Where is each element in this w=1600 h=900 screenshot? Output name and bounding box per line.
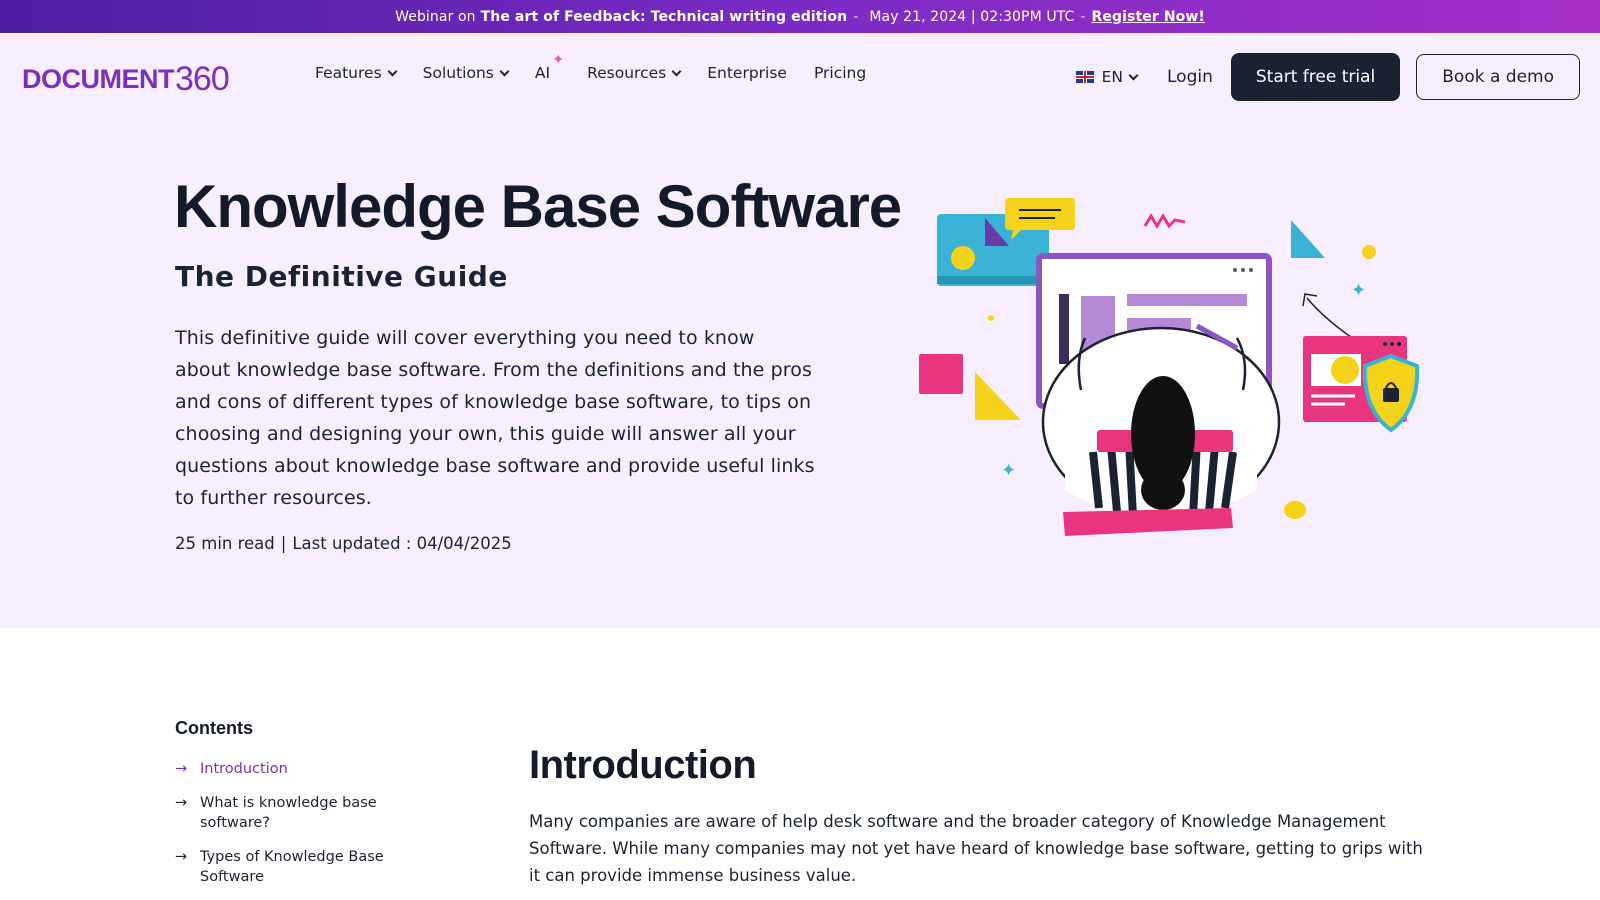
contents-title: Contents [175, 718, 253, 738]
hero-illustration: ✦ ✦ [919, 198, 1420, 536]
nav-item-label: Pricing [813, 64, 867, 82]
nav-item-label: Solutions [422, 64, 494, 82]
language-label: EN [1101, 68, 1123, 86]
dot-decoration [1284, 501, 1306, 519]
toc-item-introduction[interactable]: → Introduction [175, 759, 425, 779]
book-demo-button[interactable]: Book a demo [1416, 54, 1580, 100]
nav-item-enterprise[interactable]: Enterprise [707, 64, 787, 82]
page-subtitle: The Definitive Guide [175, 260, 508, 293]
last-updated: Last updated : 04/04/2025 [292, 534, 512, 553]
nav-item-pricing[interactable]: Pricing [814, 64, 866, 82]
login-link[interactable]: Login [1167, 67, 1213, 87]
chevron-down-icon [387, 66, 398, 76]
arrow-right-icon: → [175, 761, 188, 777]
triangle-decoration [975, 372, 1021, 420]
arrow-right-icon: → [175, 795, 188, 811]
section-title: Introduction [529, 743, 757, 787]
banner-date: May 21, 2024 | 02:30PM UTC [869, 8, 1075, 25]
sparkle-icon: ✦ [1351, 280, 1366, 301]
triangle-decoration [1291, 220, 1325, 258]
nav-item-solutions[interactable]: Solutions [422, 64, 510, 82]
logo-text: DOCUMENT [22, 63, 175, 94]
top-navigation: DOCUMENT 360 Features Solutions AI ✦ Resou… [0, 33, 1600, 119]
desk-base-decoration [1063, 508, 1233, 536]
person-illustration [1041, 323, 1281, 520]
register-now-link[interactable]: Register Now! [1092, 9, 1205, 25]
document360-logo[interactable]: DOCUMENT 360 [22, 59, 230, 98]
intro-paragraph: Many companies are aware of help desk so… [529, 812, 1423, 885]
banner-prefix: Webinar on [395, 8, 476, 25]
toc-item-label: Introduction [200, 761, 288, 777]
nav-item-label: Resources [587, 64, 667, 82]
webinar-banner: Webinar on The art of Feedback: Technica… [0, 0, 1600, 33]
chevron-down-icon [1128, 70, 1139, 80]
meta-separator: | [280, 534, 287, 553]
nav-item-resources[interactable]: Resources [587, 64, 682, 82]
read-time: 25 min read [175, 534, 275, 553]
dot-decoration [1362, 245, 1376, 259]
nav-item-features[interactable]: Features [315, 64, 398, 82]
language-selector[interactable]: EN [1075, 68, 1139, 86]
start-free-trial-button[interactable]: Start free trial [1230, 53, 1401, 101]
banner-webinar-title: The art of Feedback: Technical writing e… [480, 8, 848, 25]
toc-item-types-of-kb-software[interactable]: → Types of Knowledge Base Software [175, 847, 425, 887]
table-of-contents: Contents → Introduction → What is knowle… [175, 718, 425, 900]
logo-number: 360 [175, 59, 230, 98]
nav-item-label: Enterprise [707, 64, 787, 82]
pink-square-decoration [919, 354, 963, 394]
toc-item-label: Types of Knowledge Base Software [200, 849, 384, 885]
uk-flag-icon [1075, 71, 1094, 83]
banner-dash: - [853, 8, 859, 25]
nav-menu: Features Solutions AI ✦ Resources Enterpr… [315, 52, 893, 82]
dot-decoration [988, 315, 994, 321]
toc-item-what-is-kb-software[interactable]: → What is knowledge base software? [175, 793, 425, 833]
chevron-down-icon [499, 66, 510, 76]
sparkle-icon: ✦ [552, 52, 565, 68]
nav-item-label: Features [315, 64, 382, 82]
nav-actions: EN Login Start free trial Book a demo [1075, 53, 1580, 101]
sparkle-icon: ✦ [1001, 460, 1016, 481]
page-title: Knowledge Base Software [174, 173, 902, 240]
article-meta: 25 min read | Last updated : 04/04/2025 [175, 534, 512, 553]
arrow-head-icon [1302, 293, 1318, 307]
toc-item-label: What is knowledge base software? [200, 795, 377, 831]
hero-description: This definitive guide will cover everyth… [175, 327, 815, 509]
nav-item-ai[interactable]: AI ✦ [534, 52, 564, 82]
arrow-right-icon: → [175, 849, 188, 865]
chevron-down-icon [671, 66, 682, 76]
zigzag-decoration [1143, 213, 1186, 229]
banner-dash: - [1080, 8, 1086, 25]
nav-item-label: AI [534, 64, 551, 82]
